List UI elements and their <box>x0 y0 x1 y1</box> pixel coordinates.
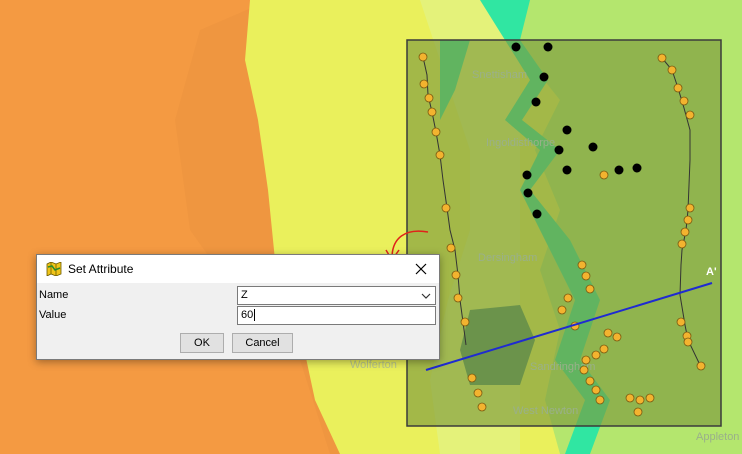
name-combobox[interactable]: Z <box>237 286 436 305</box>
place-label: Ingoldisthorpe <box>486 137 555 149</box>
name-row: Name Z <box>37 286 439 306</box>
place-label: Snettisham <box>472 69 527 81</box>
place-label: Appleton <box>696 431 739 443</box>
value-field[interactable]: 60 <box>237 306 436 325</box>
map-layer-icon <box>46 261 62 277</box>
profile-end-label: A' <box>706 266 717 278</box>
name-label: Name <box>39 289 69 301</box>
value-text: 60 <box>241 309 254 321</box>
value-label: Value <box>39 309 67 321</box>
close-button[interactable] <box>403 255 439 283</box>
name-value: Z <box>241 289 248 301</box>
value-row: Value 60 <box>37 306 439 326</box>
dialog-title: Set Attribute <box>68 262 134 276</box>
chevron-down-icon <box>421 293 431 299</box>
text-caret <box>254 309 256 322</box>
ok-button[interactable]: OK <box>180 333 224 353</box>
place-label: Dersingham <box>478 252 537 264</box>
place-label: West Newton <box>513 405 578 417</box>
low-region <box>460 305 535 385</box>
set-attribute-dialog: Set Attribute Name Z Value 60 OK Cancel <box>36 254 440 360</box>
map-canvas[interactable]: Snettisham Ingoldisthorpe Dersingham Wol… <box>0 0 742 454</box>
dialog-titlebar[interactable]: Set Attribute <box>37 255 439 283</box>
cancel-button[interactable]: Cancel <box>232 333 293 353</box>
close-icon <box>415 263 427 275</box>
place-label: Wolferton <box>350 359 397 371</box>
